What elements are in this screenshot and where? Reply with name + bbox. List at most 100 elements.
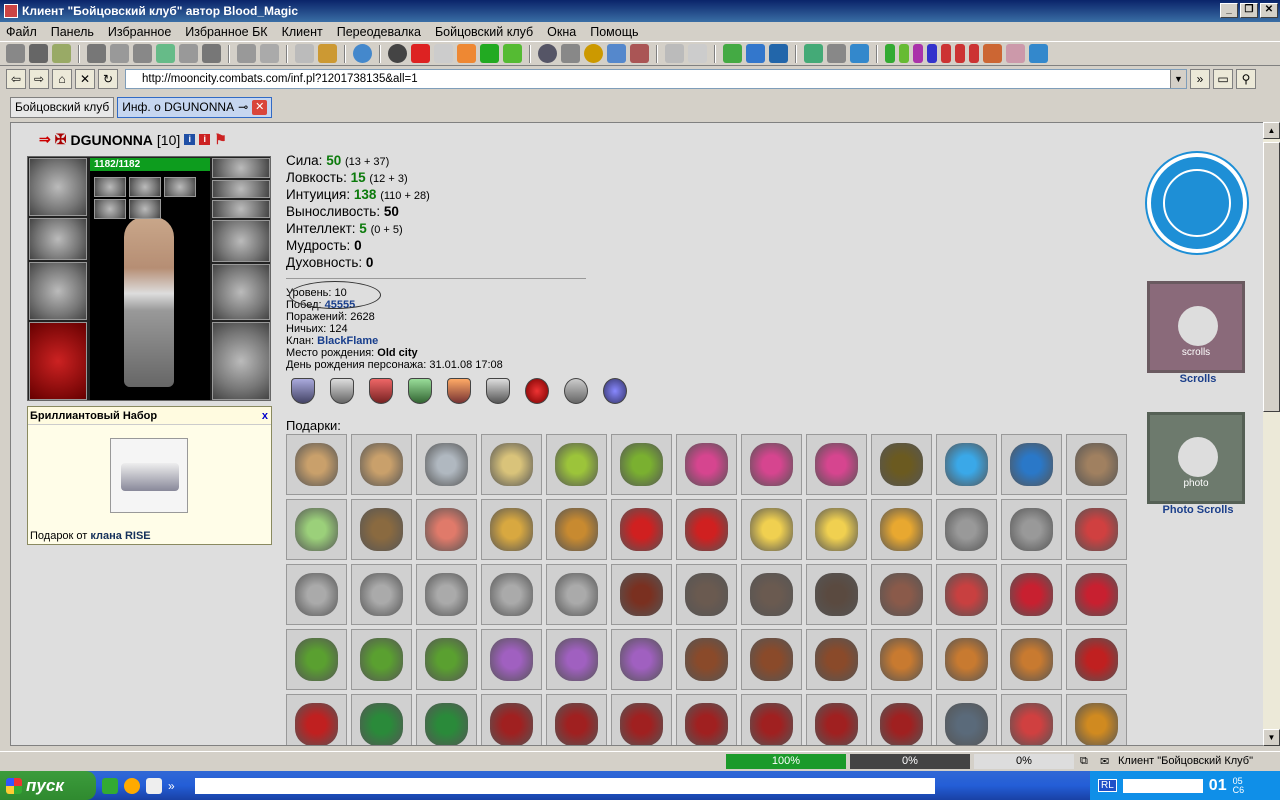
gift-item[interactable] bbox=[1001, 694, 1062, 745]
quicklaunch-icon[interactable] bbox=[146, 777, 162, 794]
filter-icon[interactable] bbox=[827, 44, 846, 63]
users-icon[interactable] bbox=[133, 44, 152, 63]
tab-fight-club[interactable]: Бойцовский клуб bbox=[10, 96, 115, 118]
gift-item[interactable] bbox=[481, 434, 542, 495]
gift-item[interactable] bbox=[611, 564, 672, 625]
gift-item[interactable] bbox=[1001, 564, 1062, 625]
menu-windows[interactable]: Окна bbox=[547, 25, 576, 39]
search-button[interactable]: ⚲ bbox=[1236, 69, 1256, 89]
menu-fight-club[interactable]: Бойцовский клуб bbox=[435, 25, 533, 39]
hammer-icon[interactable] bbox=[179, 44, 198, 63]
menu-client[interactable]: Клиент bbox=[282, 25, 323, 39]
badge-icon[interactable] bbox=[408, 378, 432, 404]
home-button[interactable]: ⌂ bbox=[52, 69, 72, 89]
gift-item[interactable] bbox=[936, 694, 997, 745]
photo-scrolls-link[interactable]: Photo Scrolls bbox=[1145, 504, 1251, 516]
rune-slot-4[interactable] bbox=[94, 199, 126, 219]
gift-item[interactable] bbox=[416, 694, 477, 745]
potion-red3-icon[interactable] bbox=[969, 44, 979, 63]
bracers-slot[interactable] bbox=[29, 218, 87, 260]
gift-item[interactable] bbox=[806, 434, 867, 495]
badge-icon[interactable] bbox=[486, 378, 510, 404]
gift-item[interactable] bbox=[546, 629, 607, 690]
scroll-down-icon[interactable]: ▼ bbox=[1263, 729, 1280, 746]
gift-item[interactable] bbox=[611, 629, 672, 690]
gift-item[interactable] bbox=[676, 694, 737, 745]
gloves-slot[interactable] bbox=[212, 220, 270, 262]
scales-icon[interactable] bbox=[1147, 153, 1247, 253]
yin-yang-icon[interactable] bbox=[538, 44, 557, 63]
mail-icon[interactable] bbox=[260, 44, 279, 63]
gift-item[interactable] bbox=[1001, 629, 1062, 690]
gift-item[interactable] bbox=[1001, 434, 1062, 495]
weapon-slot[interactable] bbox=[29, 262, 87, 320]
menu-help[interactable]: Помощь bbox=[590, 25, 638, 39]
scroll-icon[interactable] bbox=[434, 44, 453, 63]
scroll-up-icon[interactable]: ▲ bbox=[1263, 122, 1280, 139]
shield-icon[interactable] bbox=[607, 44, 626, 63]
swords-icon[interactable] bbox=[202, 44, 221, 63]
cart-icon[interactable] bbox=[723, 44, 742, 63]
start-button[interactable]: пуск bbox=[0, 771, 96, 800]
gift-item[interactable] bbox=[351, 629, 412, 690]
language-indicator[interactable]: RL bbox=[1098, 779, 1117, 792]
stop-button[interactable]: ✕ bbox=[75, 69, 95, 89]
gift-item[interactable] bbox=[481, 499, 542, 560]
gear-icon[interactable] bbox=[29, 44, 48, 63]
amulet-slot[interactable] bbox=[212, 180, 270, 198]
quicklaunch-icon[interactable] bbox=[102, 777, 118, 794]
gift-item[interactable] bbox=[676, 434, 737, 495]
scroll-thumb[interactable] bbox=[1263, 142, 1280, 412]
legs-slot[interactable] bbox=[212, 322, 270, 400]
gift-item[interactable] bbox=[1066, 694, 1127, 745]
url-input[interactable]: http://mooncity.combats.com/inf.pl?12017… bbox=[125, 69, 1187, 89]
potion-green-icon[interactable] bbox=[885, 44, 895, 63]
back-button[interactable]: ⇦ bbox=[6, 69, 26, 89]
forward-button[interactable]: ⇨ bbox=[29, 69, 49, 89]
gift-icon[interactable] bbox=[630, 44, 649, 63]
gift-item[interactable] bbox=[806, 694, 867, 745]
gift-item[interactable] bbox=[286, 499, 347, 560]
bomb-icon[interactable] bbox=[388, 44, 407, 63]
gift-item[interactable] bbox=[741, 564, 802, 625]
gift-item[interactable] bbox=[741, 694, 802, 745]
go-button[interactable]: » bbox=[1190, 69, 1210, 89]
tab-close-icon[interactable]: ✕ bbox=[252, 99, 268, 115]
tool-icon[interactable] bbox=[850, 44, 869, 63]
question-icon[interactable] bbox=[665, 44, 684, 63]
info-icon[interactable] bbox=[688, 44, 707, 63]
shirt-icon[interactable] bbox=[87, 44, 106, 63]
gift-item[interactable] bbox=[481, 629, 542, 690]
gift-item[interactable] bbox=[286, 564, 347, 625]
badge-icon[interactable] bbox=[291, 378, 315, 404]
clan-link[interactable]: BlackFlame bbox=[317, 335, 378, 347]
page-icon[interactable] bbox=[6, 44, 25, 63]
badge-icon[interactable] bbox=[330, 378, 354, 404]
photo-banner[interactable]: photo bbox=[1147, 412, 1245, 504]
info-icon[interactable]: i bbox=[184, 134, 196, 145]
arrow-icon[interactable]: ⇒ bbox=[39, 131, 51, 148]
gift-item[interactable] bbox=[416, 564, 477, 625]
globe-icon[interactable] bbox=[353, 44, 372, 63]
gift-item[interactable] bbox=[611, 694, 672, 745]
gift-item[interactable] bbox=[871, 499, 932, 560]
gift-item[interactable] bbox=[871, 434, 932, 495]
gift-item[interactable] bbox=[936, 434, 997, 495]
gift-item[interactable] bbox=[611, 434, 672, 495]
menu-file[interactable]: Файл bbox=[6, 25, 37, 39]
gift-item[interactable] bbox=[351, 499, 412, 560]
gift-item[interactable] bbox=[1066, 499, 1127, 560]
gift-item[interactable] bbox=[286, 434, 347, 495]
info-red-icon[interactable]: i bbox=[199, 134, 211, 145]
gift-item[interactable] bbox=[741, 434, 802, 495]
potion-blue-icon[interactable] bbox=[927, 44, 937, 63]
potion-lime-icon[interactable] bbox=[899, 44, 909, 63]
potion-red2-icon[interactable] bbox=[955, 44, 965, 63]
gift-item[interactable] bbox=[871, 564, 932, 625]
gift-item[interactable] bbox=[416, 629, 477, 690]
user-icon[interactable] bbox=[110, 44, 129, 63]
rune-slot-5[interactable] bbox=[129, 199, 161, 219]
cloak-slot[interactable] bbox=[29, 322, 87, 400]
potion-red-icon[interactable] bbox=[941, 44, 951, 63]
group-icon[interactable] bbox=[156, 44, 175, 63]
